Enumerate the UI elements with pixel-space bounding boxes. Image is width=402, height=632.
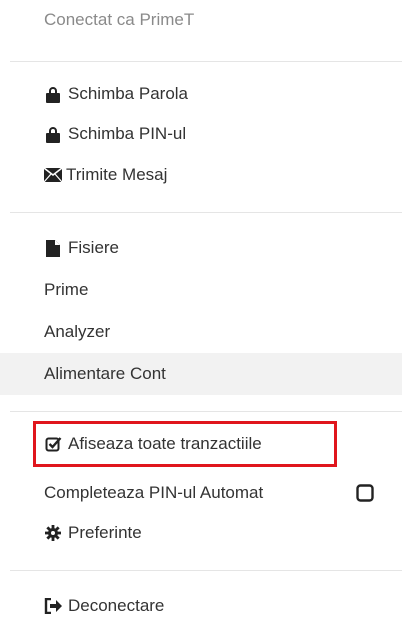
envelope-icon (44, 166, 62, 184)
menu-item-label: Afiseaza toate tranzactiile (68, 434, 262, 453)
menu-item-label: Trimite Mesaj (66, 165, 168, 184)
file-icon (44, 239, 62, 257)
divider (10, 570, 402, 571)
menu-item-label: Alimentare Cont (44, 364, 166, 383)
divider (10, 411, 402, 412)
unchecked-square-icon[interactable] (356, 484, 374, 502)
divider (10, 212, 402, 213)
connected-as-label: Conectat ca PrimeT (44, 10, 195, 29)
lock-icon (44, 85, 62, 103)
menu-item-analyzer[interactable]: Analyzer (0, 315, 402, 349)
menu-item-change-pin[interactable]: Schimba PIN-ul (0, 117, 402, 151)
menu-item-label: Preferinte (68, 523, 142, 542)
user-dropdown-menu: Conectat ca PrimeT Schimba Parola Schimb… (0, 0, 402, 632)
menu-item-label: Schimba PIN-ul (68, 124, 187, 143)
menu-item-auto-fill-pin[interactable]: Completeaza PIN-ul Automat (0, 476, 402, 510)
menu-item-preferences[interactable]: Preferinte (0, 516, 402, 550)
menu-item-label: Deconectare (68, 596, 165, 615)
menu-item-label: Completeaza PIN-ul Automat (44, 483, 264, 502)
menu-item-label: Prime (44, 280, 89, 299)
menu-item-prime[interactable]: Prime (0, 273, 402, 307)
divider (10, 61, 402, 62)
sign-out-icon (44, 597, 62, 615)
menu-item-show-all-transactions[interactable]: Afiseaza toate tranzactiile (0, 427, 402, 461)
lock-icon (44, 125, 62, 143)
menu-item-label: Fisiere (68, 238, 120, 257)
menu-item-change-password[interactable]: Schimba Parola (0, 77, 402, 111)
cog-icon (44, 524, 62, 542)
menu-item-logout[interactable]: Deconectare (0, 589, 402, 623)
menu-item-files[interactable]: Fisiere (0, 231, 402, 265)
menu-item-account-topup[interactable]: Alimentare Cont (0, 353, 402, 395)
menu-item-label: Schimba Parola (68, 84, 189, 103)
menu-item-send-message[interactable]: Trimite Mesaj (0, 158, 402, 192)
checked-square-icon (44, 435, 62, 453)
menu-item-label: Analyzer (44, 322, 111, 341)
